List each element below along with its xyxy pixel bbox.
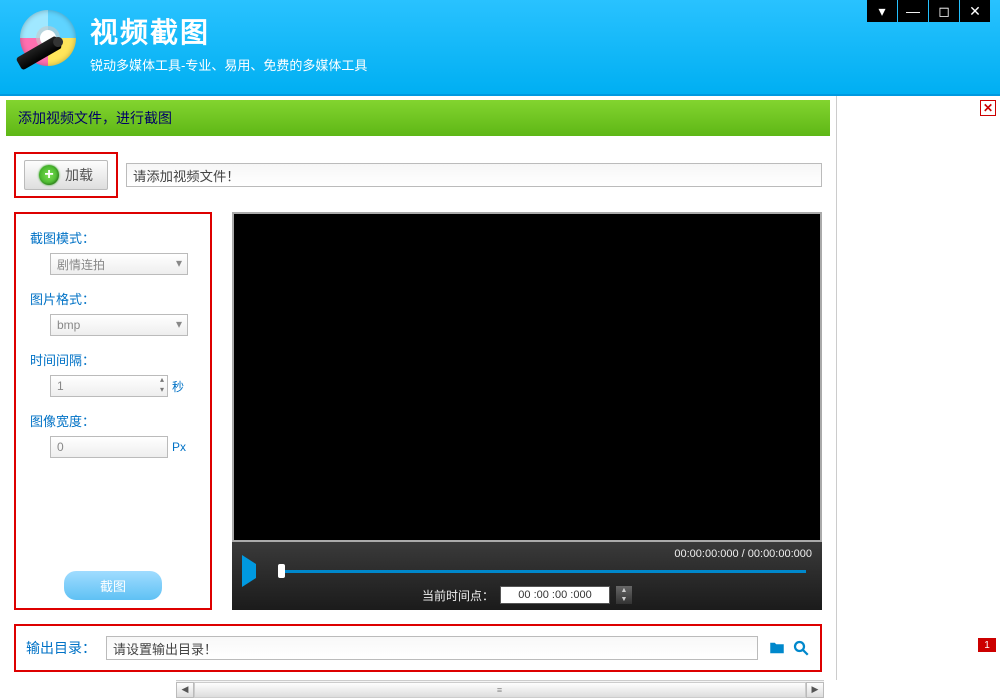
load-row: + 加载 xyxy=(14,152,822,198)
duration-display: 00:00:00:000 / 00:00:00:000 xyxy=(242,548,812,560)
minimize-button[interactable]: — xyxy=(898,0,928,22)
load-button-label: 加载 xyxy=(65,165,93,185)
maximize-button[interactable]: ◻ xyxy=(929,0,959,22)
mode-select[interactable] xyxy=(50,253,188,275)
dropdown-button[interactable]: ▾ xyxy=(867,0,897,22)
seek-slider[interactable] xyxy=(278,570,806,573)
capture-button[interactable]: 截图 xyxy=(64,571,162,600)
mode-label: 截图模式： xyxy=(30,228,196,247)
browse-folder-icon[interactable] xyxy=(768,639,786,657)
preview-panel: 00:00:00:000 / 00:00:00:000 当前时间点： ▲▼ xyxy=(232,212,822,610)
play-icon xyxy=(242,555,256,587)
output-label: 输出目录： xyxy=(26,638,96,658)
logo-area: 视频截图 锐动多媒体工具-专业、易用、免费的多媒体工具 xyxy=(16,10,984,74)
scroll-left-button[interactable]: ◀ xyxy=(176,682,194,698)
file-input[interactable] xyxy=(126,163,822,187)
instruction-bar: 添加视频文件，进行截图 xyxy=(6,100,830,136)
interval-input[interactable] xyxy=(50,375,168,397)
format-label: 图片格式： xyxy=(30,289,196,308)
width-unit: Px xyxy=(172,440,186,454)
format-select[interactable] xyxy=(50,314,188,336)
side-close-icon[interactable]: ✕ xyxy=(980,100,996,116)
output-input[interactable] xyxy=(106,636,758,660)
settings-panel: 截图模式： 图片格式： 时间间隔： 秒 图像宽度： xyxy=(14,212,212,610)
scroll-thumb[interactable]: ≡ xyxy=(195,683,805,697)
width-label: 图像宽度： xyxy=(30,411,196,430)
window-controls: ▾ — ◻ ✕ xyxy=(867,0,990,22)
play-button[interactable] xyxy=(242,564,256,578)
load-button[interactable]: + 加载 xyxy=(24,160,108,190)
current-time-input[interactable] xyxy=(500,586,610,604)
seek-thumb[interactable] xyxy=(278,564,285,578)
search-icon[interactable] xyxy=(792,639,810,657)
app-title: 视频截图 xyxy=(90,11,367,51)
titlebar: ▾ — ◻ ✕ 视频截图 锐动多媒体工具-专业、易用、免费的多媒体工具 xyxy=(0,0,1000,94)
load-highlight: + 加载 xyxy=(14,152,118,198)
video-preview xyxy=(232,212,822,542)
app-subtitle: 锐动多媒体工具-专业、易用、免费的多媒体工具 xyxy=(90,55,367,74)
horizontal-scrollbar[interactable]: ◀ ≡ ▶ xyxy=(176,680,824,698)
scroll-track[interactable]: ≡ xyxy=(194,682,806,698)
time-stepper[interactable]: ▲▼ xyxy=(616,586,632,604)
main-panel: 添加视频文件，进行截图 + 加载 截图模式： 图片格式： xyxy=(0,96,836,680)
notification-badge: 1 xyxy=(978,638,996,652)
current-time-label: 当前时间点： xyxy=(422,587,494,604)
interval-unit: 秒 xyxy=(172,378,184,395)
plus-icon: + xyxy=(39,165,59,185)
interval-label: 时间间隔： xyxy=(30,350,196,369)
app-logo-icon xyxy=(16,10,80,74)
scroll-right-button[interactable]: ▶ xyxy=(806,682,824,698)
output-row: 输出目录： xyxy=(14,624,822,672)
width-input[interactable] xyxy=(50,436,168,458)
close-button[interactable]: ✕ xyxy=(960,0,990,22)
video-controls: 00:00:00:000 / 00:00:00:000 当前时间点： ▲▼ xyxy=(232,542,822,610)
side-panel: ✕ 1 xyxy=(836,96,1000,680)
